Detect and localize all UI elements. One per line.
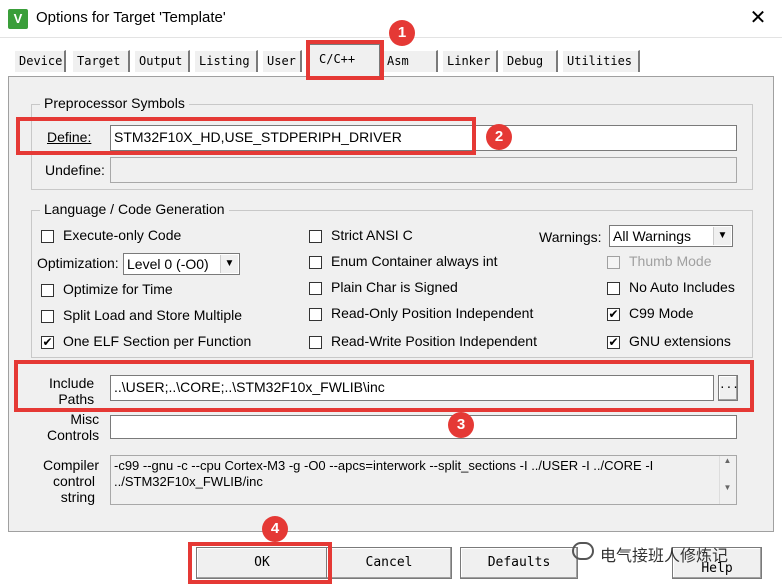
misc-controls-label: Misc Controls [47,411,99,443]
execute-only-checkbox[interactable] [41,230,54,243]
gnu-extensions-label: GNU extensions [629,333,731,349]
undefine-input[interactable] [110,157,737,183]
compiler-control-label-line2: control [52,473,95,489]
tab-strip: Device Target Output Listing User C/C++ … [0,38,782,78]
highlight-box-c-cpp-tab [306,40,384,80]
optimization-value: Level 0 (-O0) [127,256,209,272]
one-elf-label: One ELF Section per Function [63,333,252,349]
c99-mode-label: C99 Mode [629,305,694,321]
annotation-badge-2: 2 [486,124,512,150]
tab-output[interactable]: Output [134,50,190,72]
defaults-button[interactable]: Defaults [460,547,578,579]
optimization-select[interactable]: Level 0 (-O0) ▼ [123,253,240,275]
wechat-icon [572,542,594,560]
thumb-mode-label: Thumb Mode [629,253,712,269]
highlight-box-include-paths [14,360,754,412]
tab-utilities[interactable]: Utilities [562,50,640,72]
warnings-select[interactable]: All Warnings ▼ [609,225,733,247]
tab-device[interactable]: Device [14,50,66,72]
chevron-down-icon: ▼ [713,227,731,245]
preprocessor-group-title: Preprocessor Symbols [40,95,189,111]
compiler-control-label-line3: string [60,489,95,505]
cancel-button[interactable]: Cancel [326,547,452,579]
annotation-badge-1: 1 [389,20,415,46]
one-elf-checkbox[interactable]: ✔ [41,336,54,349]
ro-pi-label: Read-Only Position Independent [331,305,534,321]
annotation-badge-3: 3 [448,412,474,438]
highlight-box-define [16,117,476,155]
gnu-extensions-checkbox[interactable]: ✔ [607,336,620,349]
execute-only-label: Execute-only Code [63,227,182,243]
misc-controls-input[interactable] [110,415,737,439]
tab-debug[interactable]: Debug [502,50,558,72]
tab-asm[interactable]: Asm [382,50,438,72]
watermark-text: 电气接班人修炼记 [600,548,729,565]
compiler-control-line1: -c99 --gnu -c --cpu Cortex-M3 -g -O0 --a… [114,458,654,473]
rw-pi-label: Read-Write Position Independent [331,333,537,349]
language-group-title: Language / Code Generation [40,201,229,217]
keil-app-icon: V [8,9,28,29]
tab-listing[interactable]: Listing [194,50,258,72]
warnings-label: Warnings: [539,229,602,245]
compiler-control-label: Compiler control string [43,457,100,505]
optimization-label: Optimization: [37,255,119,271]
plain-char-checkbox[interactable] [309,282,322,295]
thumb-mode-checkbox[interactable] [607,256,620,269]
split-load-label: Split Load and Store Multiple [63,307,242,323]
optimize-time-checkbox[interactable] [41,284,54,297]
undefine-label: Undefine: [45,162,105,178]
compiler-string-scrollbar[interactable]: ▲ ▼ [719,456,735,504]
scroll-up-icon[interactable]: ▲ [720,456,735,465]
close-icon[interactable]: ✕ [746,6,770,30]
annotation-badge-4: 4 [262,516,288,542]
highlight-box-ok [188,542,332,584]
misc-controls-label-line1: Misc [70,411,100,427]
compiler-control-label-line1: Compiler [43,457,100,473]
rw-pi-checkbox[interactable] [309,336,322,349]
compiler-control-string: -c99 --gnu -c --cpu Cortex-M3 -g -O0 --a… [110,455,737,505]
split-load-checkbox[interactable] [41,310,54,323]
compiler-control-line2: ../STM32F10x_FWLIB/inc [114,474,263,489]
strict-ansi-label: Strict ANSI C [331,227,413,243]
optimize-time-label: Optimize for Time [63,281,173,297]
no-auto-includes-checkbox[interactable] [607,282,620,295]
strict-ansi-checkbox[interactable] [309,230,322,243]
warnings-value: All Warnings [613,228,692,244]
no-auto-includes-label: No Auto Includes [629,279,735,295]
tab-user[interactable]: User [262,50,302,72]
chevron-down-icon: ▼ [220,255,238,273]
ro-pi-checkbox[interactable] [309,308,322,321]
tab-target[interactable]: Target [72,50,130,72]
tab-linker[interactable]: Linker [442,50,498,72]
enum-container-label: Enum Container always int [331,253,498,269]
c99-mode-checkbox[interactable]: ✔ [607,308,620,321]
plain-char-label: Plain Char is Signed [331,279,458,295]
scroll-down-icon[interactable]: ▼ [720,483,735,492]
enum-container-checkbox[interactable] [309,256,322,269]
misc-controls-label-line2: Controls [47,427,100,443]
window-title: Options for Target 'Template' [36,9,226,26]
